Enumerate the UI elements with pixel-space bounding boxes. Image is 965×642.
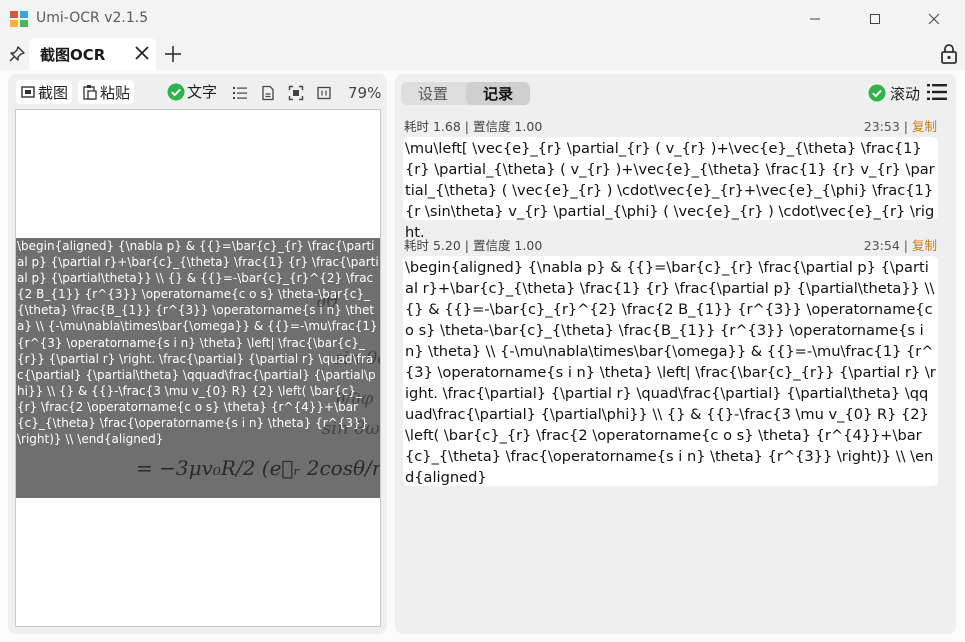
tab-screenshot-ocr[interactable]: 截图OCR: [29, 38, 156, 70]
document-icon[interactable]: [260, 85, 276, 101]
menu-icon[interactable]: [927, 83, 947, 101]
record-meta: 耗时 5.20 | 置信度 1.00: [404, 238, 543, 253]
screenshot-button[interactable]: 截图: [16, 80, 72, 104]
screenshot-icon: [21, 86, 35, 98]
record-time-copy: 23:53 | 复制: [864, 116, 937, 135]
record-text[interactable]: \mu\left[ \vec{e}_{r} \partial_{r} ( v_{…: [403, 137, 938, 241]
lock-icon[interactable]: [939, 43, 959, 65]
title-bar: Umi-OCR v2.1.5: [0, 0, 965, 38]
auto-scroll-label: 滚动: [890, 84, 921, 103]
actual-size-icon[interactable]: [316, 85, 332, 101]
tab-label: 截图OCR: [40, 46, 106, 64]
minimize-icon: [810, 18, 820, 20]
close-tab-icon[interactable]: [133, 44, 151, 62]
ocr-overlay-text[interactable]: \begin{aligned} {\nabla p} & {{}=\bar{c}…: [17, 238, 379, 447]
copy-button[interactable]: 复制: [912, 238, 937, 253]
minimize-button[interactable]: [792, 0, 838, 38]
separator: |: [903, 119, 912, 134]
close-icon: [928, 13, 940, 25]
image-preview-panel: 截图 粘贴 文字 79% = −3μv₀R/2 (e⃗ᵣ 2cosθ/ ∂θ s…: [8, 74, 387, 634]
window-title: Umi-OCR v2.1.5: [36, 10, 149, 26]
zoom-level: 79%: [348, 84, 382, 102]
record-time-copy: 23:54 | 复制: [864, 235, 937, 254]
panel-tab-switch: 设置 记录: [401, 82, 530, 105]
formula-image-fragment: = −3μv₀R/2 (e⃗ᵣ 2cosθ/r³ + e⃗θ sinθ/r³): [136, 456, 380, 480]
pin-icon[interactable]: [7, 44, 27, 64]
tab-settings[interactable]: 设置: [401, 82, 465, 105]
show-text-toggle[interactable]: 文字: [167, 81, 217, 102]
list-icon[interactable]: [232, 85, 248, 101]
maximize-button[interactable]: [852, 0, 898, 38]
copy-button[interactable]: 复制: [912, 119, 937, 134]
auto-scroll-toggle[interactable]: 滚动: [868, 81, 920, 105]
fit-to-window-icon[interactable]: [288, 85, 304, 101]
tab-records[interactable]: 记录: [466, 82, 530, 105]
separator: |: [903, 238, 912, 253]
check-circle-icon: [167, 83, 185, 100]
close-window-button[interactable]: [911, 0, 957, 38]
paste-icon: [83, 85, 97, 100]
maximize-icon: [870, 14, 880, 24]
show-text-label: 文字: [187, 83, 218, 101]
tab-bar: 截图OCR: [0, 38, 965, 70]
app-logo-icon: [10, 11, 28, 27]
add-tab-icon[interactable]: [162, 43, 184, 65]
image-preview-area[interactable]: = −3μv₀R/2 (e⃗ᵣ 2cosθ/r³ + e⃗θ sinθ/r³) …: [15, 109, 381, 627]
screenshot-image: = −3μv₀R/2 (e⃗ᵣ 2cosθ/r³ + e⃗θ sinθ/r³) …: [16, 238, 380, 498]
record-time: 23:54: [863, 238, 900, 253]
record-text[interactable]: \begin{aligned} {\nabla p} & {{}=\bar{c}…: [403, 256, 938, 486]
check-circle-icon: [868, 84, 886, 102]
paste-label: 粘贴: [100, 83, 131, 102]
results-panel: 设置 记录 滚动 耗时 1.68 | 置信度 1.00 23:53 | 复制 \…: [395, 74, 956, 634]
record-meta: 耗时 1.68 | 置信度 1.00: [404, 119, 543, 134]
paste-button[interactable]: 粘贴: [78, 80, 134, 104]
screenshot-label: 截图: [38, 83, 69, 102]
record-time: 23:53: [863, 119, 900, 134]
